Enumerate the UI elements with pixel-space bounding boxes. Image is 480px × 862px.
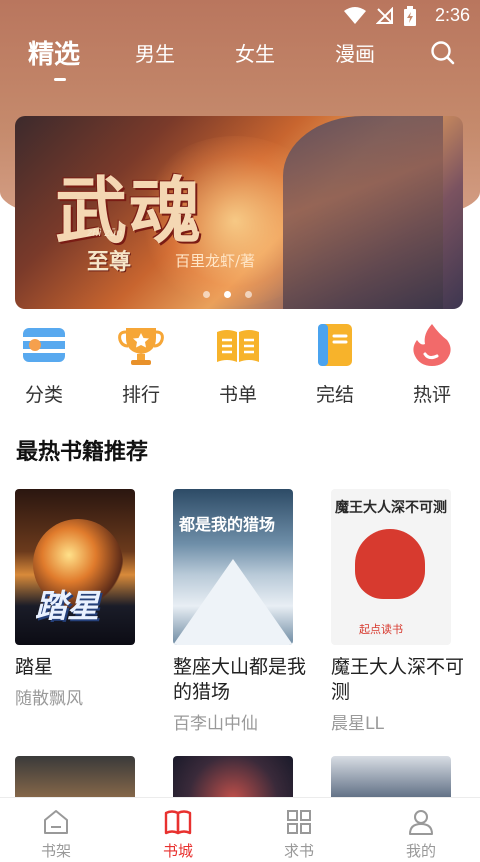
promo-banner[interactable]: 武魂 zhì zūn 至尊 百里龙虾/著	[15, 116, 463, 309]
book-cover[interactable]: 都是我的猎场	[173, 489, 293, 645]
cover-art	[355, 529, 425, 599]
category-classify[interactable]: 分类	[4, 322, 84, 407]
nav-label: 我的	[405, 842, 436, 860]
tab-male[interactable]: 男生	[135, 38, 175, 67]
search-icon	[431, 41, 455, 65]
nav-label: 书架	[40, 842, 71, 860]
category-label: 书单	[218, 384, 257, 406]
trophy-icon	[118, 322, 164, 368]
cover-title: 都是我的猎场	[179, 515, 276, 534]
battery-icon	[404, 6, 416, 26]
category-label: 分类	[24, 384, 63, 406]
cover-brand: 起点读书	[359, 623, 403, 636]
open-book-icon	[215, 322, 261, 368]
nav-label: 求书	[283, 842, 314, 860]
category-hot-reviews[interactable]: 热评	[392, 322, 472, 407]
book-author: 晨星LL	[331, 714, 384, 734]
person-icon	[407, 808, 435, 836]
category-ranking[interactable]: 排行	[101, 322, 181, 407]
book-author: 百李山中仙	[173, 714, 258, 734]
book-card[interactable]: 魔王大人深不可测 起点读书 魔王大人深不可测 晨星LL	[331, 489, 471, 734]
nav-bookstore[interactable]: 书城	[138, 808, 218, 861]
book-card[interactable]: 都是我的猎场 整座大山都是我的猎场 百李山中仙	[173, 489, 313, 734]
home-icon	[42, 808, 70, 836]
nav-bookshelf[interactable]: 书架	[16, 808, 96, 861]
flame-icon	[409, 322, 455, 368]
book-title: 魔王大人深不可测	[331, 656, 465, 703]
book-cover[interactable]: 魔王大人深不可测 起点读书	[331, 489, 451, 645]
banner-character-art	[283, 116, 443, 309]
pagination-dot[interactable]	[245, 291, 252, 298]
category-label: 完结	[315, 384, 354, 406]
book-title: 踏星	[15, 656, 54, 678]
book-card[interactable]	[173, 756, 313, 800]
no-signal-icon	[376, 7, 393, 24]
category-completed[interactable]: 完结	[295, 322, 375, 407]
search-button[interactable]	[430, 40, 456, 66]
cover-art	[173, 559, 293, 645]
notebook-icon	[312, 322, 358, 368]
pagination-dot[interactable]	[203, 291, 210, 298]
book-cover[interactable]	[331, 756, 451, 800]
status-time: 2:36	[434, 5, 470, 25]
nav-profile[interactable]: 我的	[381, 808, 461, 861]
nav-label: 书城	[162, 842, 193, 860]
bottom-nav: 书架 书城 求书 我的	[0, 797, 480, 862]
banner-pagination	[203, 291, 252, 298]
category-booklist[interactable]: 书单	[198, 322, 278, 407]
book-card[interactable]	[15, 756, 155, 800]
book-card[interactable]: 踏星 踏星 随散飘风	[15, 489, 155, 709]
banner-pinyin: zhì zūn	[87, 228, 123, 239]
grid-icon	[285, 808, 313, 836]
cover-title: 魔王大人深不可测	[335, 500, 447, 516]
category-shortcuts: 分类 排行 书单 完结 热评	[0, 322, 480, 412]
pagination-dot-active[interactable]	[224, 291, 231, 298]
book-card[interactable]	[331, 756, 471, 800]
book-cover[interactable]	[15, 756, 135, 800]
status-icons	[344, 6, 416, 26]
nav-request-book[interactable]: 求书	[259, 808, 339, 861]
book-icon	[164, 808, 192, 836]
tab-comics[interactable]: 漫画	[335, 38, 375, 67]
category-label: 排行	[121, 384, 160, 406]
category-label: 热评	[412, 384, 451, 406]
status-bar: 2:36	[0, 0, 480, 32]
list-icon	[21, 322, 67, 368]
banner-author: 百里龙虾/著	[175, 252, 256, 270]
section-title: 最热书籍推荐	[16, 440, 149, 465]
cover-title: 踏星	[35, 587, 100, 625]
banner-subtitle: 至尊	[87, 250, 132, 275]
tab-indicator	[54, 78, 66, 81]
top-nav: 精选 男生 女生 漫画	[0, 34, 480, 84]
wifi-icon	[344, 7, 366, 24]
book-title: 整座大山都是我的猎场	[173, 656, 307, 703]
book-cover[interactable]	[173, 756, 293, 800]
banner-title: 武魂	[55, 168, 204, 253]
book-cover[interactable]: 踏星	[15, 489, 135, 645]
tab-female[interactable]: 女生	[235, 38, 275, 67]
book-author: 随散飘风	[15, 689, 83, 709]
tab-featured[interactable]: 精选	[28, 34, 80, 71]
